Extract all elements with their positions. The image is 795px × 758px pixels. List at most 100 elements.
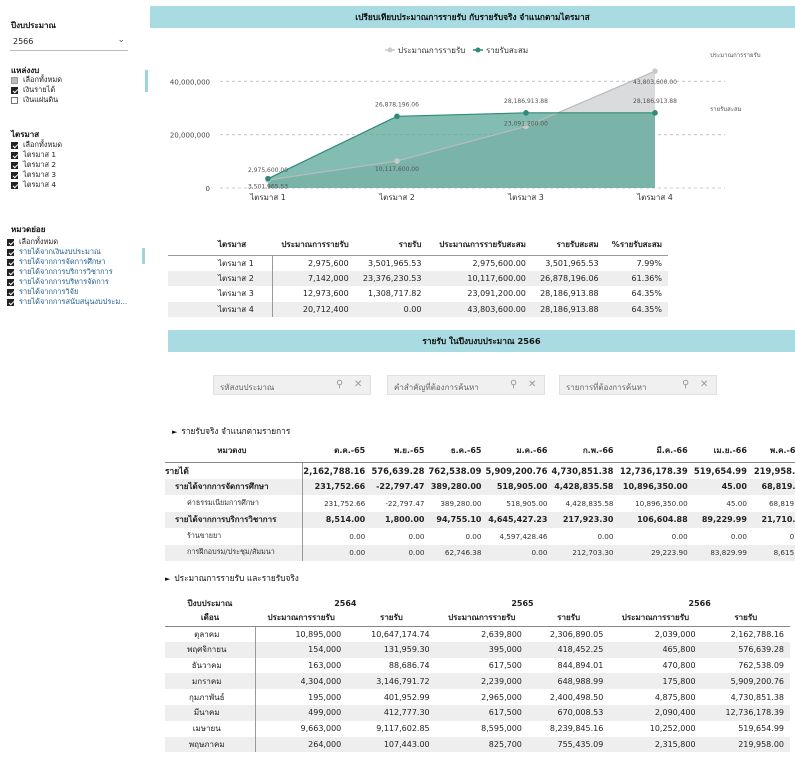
table-cell: 131,959.30 bbox=[347, 641, 436, 658]
item-search-input[interactable]: รายการที่ต้องการค้นหา bbox=[566, 383, 647, 392]
checkbox-icon[interactable] bbox=[11, 171, 18, 179]
legend-label[interactable]: ประมาณการรายรับ bbox=[398, 46, 465, 55]
checkbox-icon[interactable] bbox=[7, 258, 14, 266]
checkbox-icon[interactable] bbox=[11, 151, 18, 159]
data-point[interactable] bbox=[265, 175, 271, 182]
quarter-option[interactable]: ไตรมาส 4 bbox=[11, 180, 62, 190]
estimate-column-header[interactable]: ประมาณการรายรับ bbox=[255, 610, 348, 627]
checkbox-icon[interactable] bbox=[7, 278, 14, 286]
income-banner: รายรับ ในปีงบงบประมาณ 2566 bbox=[168, 330, 795, 352]
x-tick-label: ไตรมาส 4 bbox=[636, 193, 673, 202]
table-cell: 4,875,800 bbox=[654, 692, 696, 702]
subcategory-option[interactable]: รายได้จากเงินงบประมาณ bbox=[7, 247, 127, 257]
data-point[interactable] bbox=[652, 68, 658, 74]
data-point[interactable] bbox=[523, 110, 529, 116]
column-header[interactable]: มี.ค.-66 bbox=[617, 440, 692, 463]
income-column-header[interactable]: รายรับ bbox=[347, 610, 436, 627]
source-scrollbar[interactable] bbox=[145, 70, 148, 92]
quarter-option[interactable]: เลือกทั้งหมด bbox=[11, 140, 62, 150]
checkbox-icon[interactable] bbox=[7, 298, 14, 306]
income-column-header[interactable]: รายรับ bbox=[701, 610, 790, 627]
source-option[interactable]: เงินแผ่นดิน bbox=[11, 95, 62, 105]
month-label-header[interactable]: เดือน bbox=[165, 610, 255, 627]
table-row[interactable]: รายได้จากการจัดการศึกษา 231,752.66 -22,797… bbox=[165, 478, 795, 495]
column-header[interactable]: รายรับสะสม bbox=[532, 235, 605, 255]
column-header[interactable]: เม.ย.-66 bbox=[691, 440, 751, 463]
checkbox-icon[interactable] bbox=[7, 248, 14, 256]
data-point[interactable] bbox=[394, 158, 400, 164]
clear-icon[interactable]: ✕ bbox=[528, 379, 536, 390]
source-option[interactable]: เลือกทั้งหมด bbox=[11, 75, 62, 85]
table-cell: 219,958.00 bbox=[701, 736, 790, 753]
subcategory-option[interactable]: รายได้จากการบริการวิชาการ bbox=[7, 267, 127, 277]
checkbox-icon[interactable] bbox=[7, 268, 14, 276]
keyword-search[interactable]: คำสำคัญที่ต้องการค้นหา ⚲ ✕ bbox=[387, 375, 545, 395]
clear-icon[interactable]: ✕ bbox=[354, 379, 362, 390]
checkbox-icon[interactable] bbox=[11, 76, 18, 84]
table-cell: 219,958.0 bbox=[750, 461, 795, 479]
quarter-option[interactable]: ไตรมาส 1 bbox=[11, 150, 62, 160]
estimate-column-header[interactable]: ประมาณการรายรับ bbox=[435, 610, 528, 627]
table-cell: 12,736,178.39 bbox=[701, 704, 790, 721]
table-cell: 0.00 bbox=[354, 301, 428, 317]
column-header[interactable]: ม.ค.-66 bbox=[485, 440, 552, 463]
table-cell: 9,117,602.85 bbox=[376, 724, 430, 734]
column-header[interactable]: ไตรมาส bbox=[168, 235, 272, 255]
keyword-search-input[interactable]: คำสำคัญที่ต้องการค้นหา bbox=[394, 383, 479, 392]
data-label: 10,117,600.00 bbox=[375, 166, 419, 173]
column-header[interactable]: ต.ค.-65 bbox=[302, 440, 370, 463]
legend-label[interactable]: รายรับสะสม bbox=[486, 46, 528, 55]
subcategory-option[interactable]: รายได้จากการบริหารจัดการ bbox=[7, 277, 127, 287]
search-icon[interactable]: ⚲ bbox=[510, 379, 517, 390]
checkbox-icon[interactable] bbox=[11, 181, 18, 189]
data-point[interactable] bbox=[394, 113, 400, 120]
clear-icon[interactable]: ✕ bbox=[700, 379, 708, 390]
subcategory-option[interactable]: เลือกทั้งหมด bbox=[7, 237, 127, 247]
checkbox-icon[interactable] bbox=[7, 238, 14, 246]
table-row[interactable]: การฝึกอบรม/ประชุม/สัมมนา 0.00 0.00 62,746.3… bbox=[165, 544, 795, 561]
subcategory-option[interactable]: รายได้จากการสนับสนุนงบประม... bbox=[7, 297, 127, 307]
source-option[interactable]: เงินรายได้ bbox=[11, 85, 62, 95]
estimate-column-header[interactable]: ประมาณการรายรับ bbox=[609, 610, 702, 627]
quarter-option[interactable]: ไตรมาส 3 bbox=[11, 170, 62, 180]
column-header[interactable]: พ.ค.-66 bbox=[750, 440, 795, 463]
column-header[interactable]: %รายรับสะสม bbox=[605, 235, 668, 255]
data-point[interactable] bbox=[652, 110, 658, 116]
subcategory-scrollbar[interactable] bbox=[142, 248, 145, 264]
budget-code-search[interactable]: รหัสงบประมาณ ⚲ ✕ bbox=[213, 375, 371, 395]
item-search[interactable]: รายการที่ต้องการค้นหา ⚲ ✕ bbox=[559, 375, 717, 395]
column-header[interactable]: พ.ย.-65 bbox=[369, 440, 429, 463]
table-row: พฤษภาคม 264,000 107,443.00 825,700 755,435.0… bbox=[165, 736, 790, 753]
column-header[interactable]: รายรับ bbox=[355, 235, 428, 255]
subcategory-option[interactable]: รายได้จากการวิจัย bbox=[7, 287, 127, 297]
checkbox-icon[interactable] bbox=[11, 161, 18, 169]
estimate-vs-actual-section-toggle[interactable]: ► ประมาณการรายรับ และรายรับจริง bbox=[165, 571, 299, 585]
actual-income-section-toggle[interactable]: ► รายรับจริง จำแนกตามรายการ bbox=[172, 424, 290, 438]
search-icon[interactable]: ⚲ bbox=[682, 379, 689, 390]
table-cell: 107,443.00 bbox=[347, 736, 436, 753]
table-row[interactable]: รายได้จากการบริการวิชาการ 8,514.00 1,800.0… bbox=[165, 511, 795, 528]
year-select[interactable]: 2566 ⌄ bbox=[10, 34, 128, 51]
budget-code-search-input[interactable]: รหัสงบประมาณ bbox=[220, 383, 274, 392]
column-header[interactable]: ธ.ค.-65 bbox=[428, 440, 486, 463]
column-header[interactable]: หมวดงบ bbox=[165, 440, 303, 463]
income-column-header[interactable]: รายรับ bbox=[527, 610, 610, 627]
checkbox-icon[interactable] bbox=[11, 96, 18, 104]
table-cell: 2,639,800 bbox=[481, 629, 522, 639]
table-cell: 0.00 bbox=[465, 531, 482, 541]
quarter-option[interactable]: ไตรมาส 2 bbox=[11, 160, 62, 170]
table-row[interactable]: รายได้ 2,162,788.16 576,639.28 762,538.09 5,… bbox=[165, 461, 795, 479]
table-cell: 29,223.90 bbox=[617, 544, 692, 561]
legend-marker bbox=[475, 47, 481, 53]
checkbox-icon[interactable] bbox=[7, 288, 14, 296]
subcategory-option[interactable]: รายได้จากการจัดการศึกษา bbox=[7, 257, 127, 267]
checkbox-icon[interactable] bbox=[11, 141, 18, 149]
column-header[interactable]: ประมาณการรายรับสะสม bbox=[427, 235, 531, 255]
search-icon[interactable]: ⚲ bbox=[336, 379, 343, 390]
checkbox-icon[interactable] bbox=[11, 86, 18, 94]
column-header[interactable]: ก.พ.-66 bbox=[551, 440, 618, 463]
table-row[interactable]: ร้านขายยา 0.00 0.00 0.00 4,597,428.46 0.00 0.0… bbox=[165, 528, 795, 545]
column-header[interactable]: ประมาณการรายรับ bbox=[272, 235, 355, 255]
table-row[interactable]: ค่าธรรมเนียมการศึกษา 231,752.66 -22,797.47… bbox=[165, 495, 795, 512]
table-cell: 465,800 bbox=[609, 641, 702, 658]
